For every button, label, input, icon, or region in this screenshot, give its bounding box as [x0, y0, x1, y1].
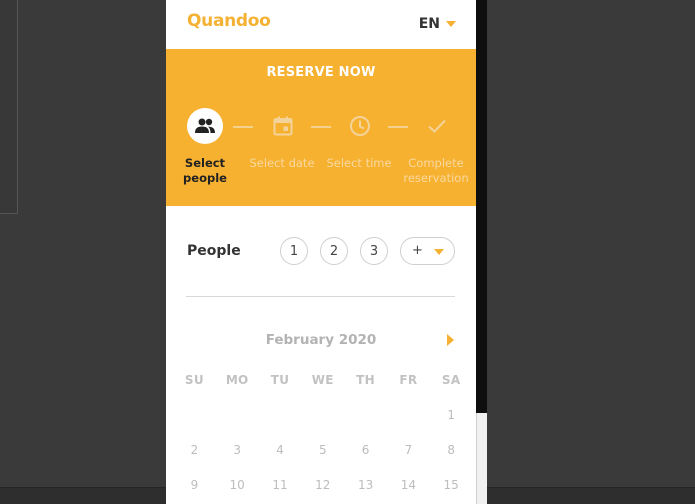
calendar-day: 10 [229, 478, 245, 492]
step-select-date[interactable] [265, 108, 301, 144]
step-select-people[interactable] [187, 108, 223, 144]
clock-icon [350, 116, 370, 136]
calendar-day: 2 [190, 443, 199, 457]
step-connector [311, 126, 331, 128]
calendar-week: 1 [173, 408, 473, 422]
people-more-label: + [412, 243, 423, 258]
divider [186, 296, 455, 297]
weekday-label: SA [441, 373, 461, 387]
calendar-week: 2 3 4 5 6 7 8 [173, 443, 473, 457]
calendar-day [216, 408, 259, 422]
calendar-day: 7 [404, 443, 413, 457]
calendar-day: 1 [447, 408, 455, 422]
calendar-day [344, 408, 387, 422]
calendar-day: 3 [233, 443, 242, 457]
step-complete-reservation[interactable] [419, 108, 455, 144]
calendar-day [259, 408, 302, 422]
step-select-time[interactable] [342, 108, 378, 144]
calendar-day: 8 [447, 443, 455, 457]
step-connector [233, 126, 253, 128]
people-label: People [187, 243, 241, 259]
quandoo-logo[interactable]: Quandoo [187, 11, 271, 31]
step-label: Select people [183, 156, 227, 185]
step-indicator: Select people Select date Select time Co… [166, 108, 476, 198]
weekday-label: TU [270, 373, 290, 387]
step-label: Complete reservation [403, 156, 469, 185]
language-label: EN [418, 16, 440, 32]
calendar-day [301, 408, 344, 422]
weekday-label: MO [225, 373, 249, 387]
reservation-widget: Quandoo EN RESERVE NOW Select people Sel… [166, 0, 476, 504]
caret-down-icon [446, 21, 456, 27]
checkmark-icon [428, 119, 446, 133]
calendar-day: 4 [276, 443, 284, 457]
people-selector: People 1 2 3 + [166, 237, 476, 267]
people-option-1[interactable]: 1 [280, 237, 308, 265]
calendar-day: 5 [318, 443, 327, 457]
people-more-dropdown[interactable]: + [400, 237, 455, 265]
calendar-day: 13 [357, 478, 374, 492]
calendar-weekday-header: SU MO TU WE TH FR SA [173, 373, 473, 387]
weekday-label: SU [184, 373, 204, 387]
calendar-day: 15 [443, 478, 459, 492]
weekday-label: FR [399, 373, 418, 387]
calendar-day: 12 [315, 478, 331, 492]
calendar-day [173, 408, 216, 422]
people-option-2[interactable]: 2 [320, 237, 348, 265]
reserve-banner: RESERVE NOW Select people Select date Se… [166, 49, 476, 206]
caret-down-icon [434, 249, 444, 255]
scrollbar-thumb[interactable] [476, 413, 487, 504]
background-panel [0, 0, 18, 214]
widget-header: Quandoo EN [166, 0, 476, 49]
next-month-arrow-icon[interactable] [447, 334, 454, 346]
calendar-day: 14 [400, 478, 417, 492]
weekday-label: TH [356, 373, 375, 387]
step-connector [388, 126, 408, 128]
calendar-day: 9 [190, 478, 199, 492]
people-icon [195, 118, 215, 133]
calendar-day: 11 [272, 478, 288, 492]
calendar-week: 9 10 11 12 13 14 15 [173, 478, 473, 492]
people-option-3[interactable]: 3 [360, 237, 388, 265]
banner-title: RESERVE NOW [266, 65, 376, 80]
weekday-label: WE [311, 373, 334, 387]
calendar-day [387, 408, 430, 422]
calendar-icon [273, 116, 293, 136]
calendar-month-title: February 2020 [265, 332, 377, 348]
language-selector[interactable]: EN [419, 16, 456, 32]
calendar-day: 6 [361, 443, 370, 457]
step-label: Select date [249, 156, 315, 170]
step-label: Select time [326, 156, 392, 170]
